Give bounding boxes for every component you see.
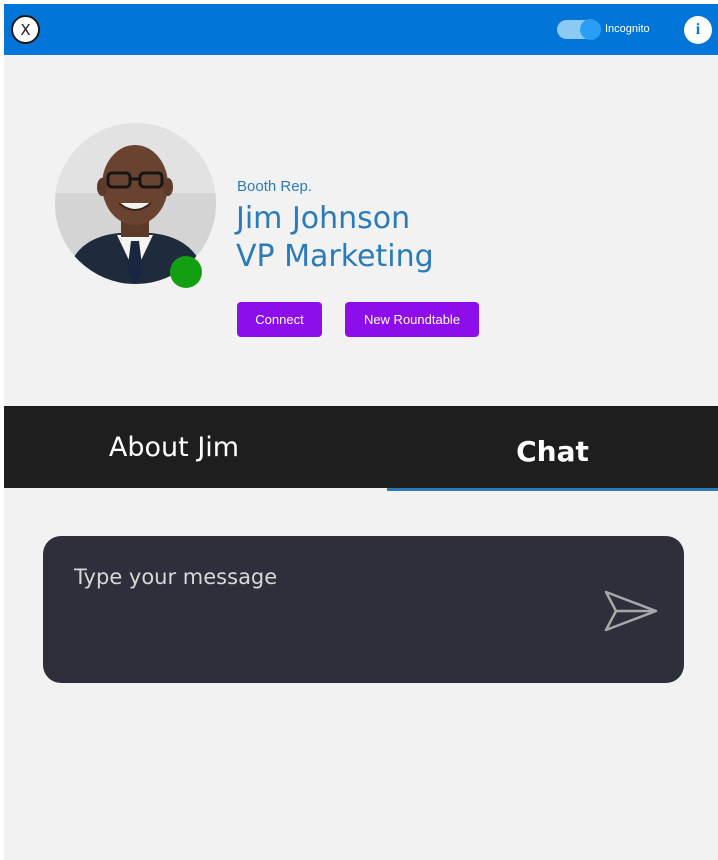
info-button[interactable]: i <box>684 16 712 44</box>
new-roundtable-button[interactable]: New Roundtable <box>345 302 479 337</box>
top-bar: X Incognito i <box>4 4 718 55</box>
online-status-indicator <box>170 256 202 288</box>
tab-bar: About Jim Chat <box>4 406 718 488</box>
toggle-knob <box>580 19 601 40</box>
send-button[interactable] <box>602 586 660 636</box>
close-button[interactable]: X <box>11 15 40 44</box>
rep-title: VP Marketing <box>236 239 434 274</box>
message-composer <box>43 536 684 683</box>
rep-name: Jim Johnson <box>236 201 411 236</box>
tab-about[interactable]: About Jim <box>4 406 344 488</box>
send-icon <box>604 590 658 632</box>
info-icon: i <box>695 21 701 38</box>
incognito-label: Incognito <box>605 23 650 35</box>
message-input[interactable] <box>72 556 596 598</box>
tab-chat[interactable]: Chat <box>387 406 718 488</box>
close-icon: X <box>20 20 31 39</box>
connect-button[interactable]: Connect <box>237 302 322 337</box>
incognito-toggle[interactable] <box>557 19 601 40</box>
active-tab-indicator <box>387 488 718 491</box>
booth-rep-panel: X Incognito i Booth Rep. Jim Johnson VP … <box>4 4 718 860</box>
role-label: Booth Rep. <box>237 178 313 195</box>
